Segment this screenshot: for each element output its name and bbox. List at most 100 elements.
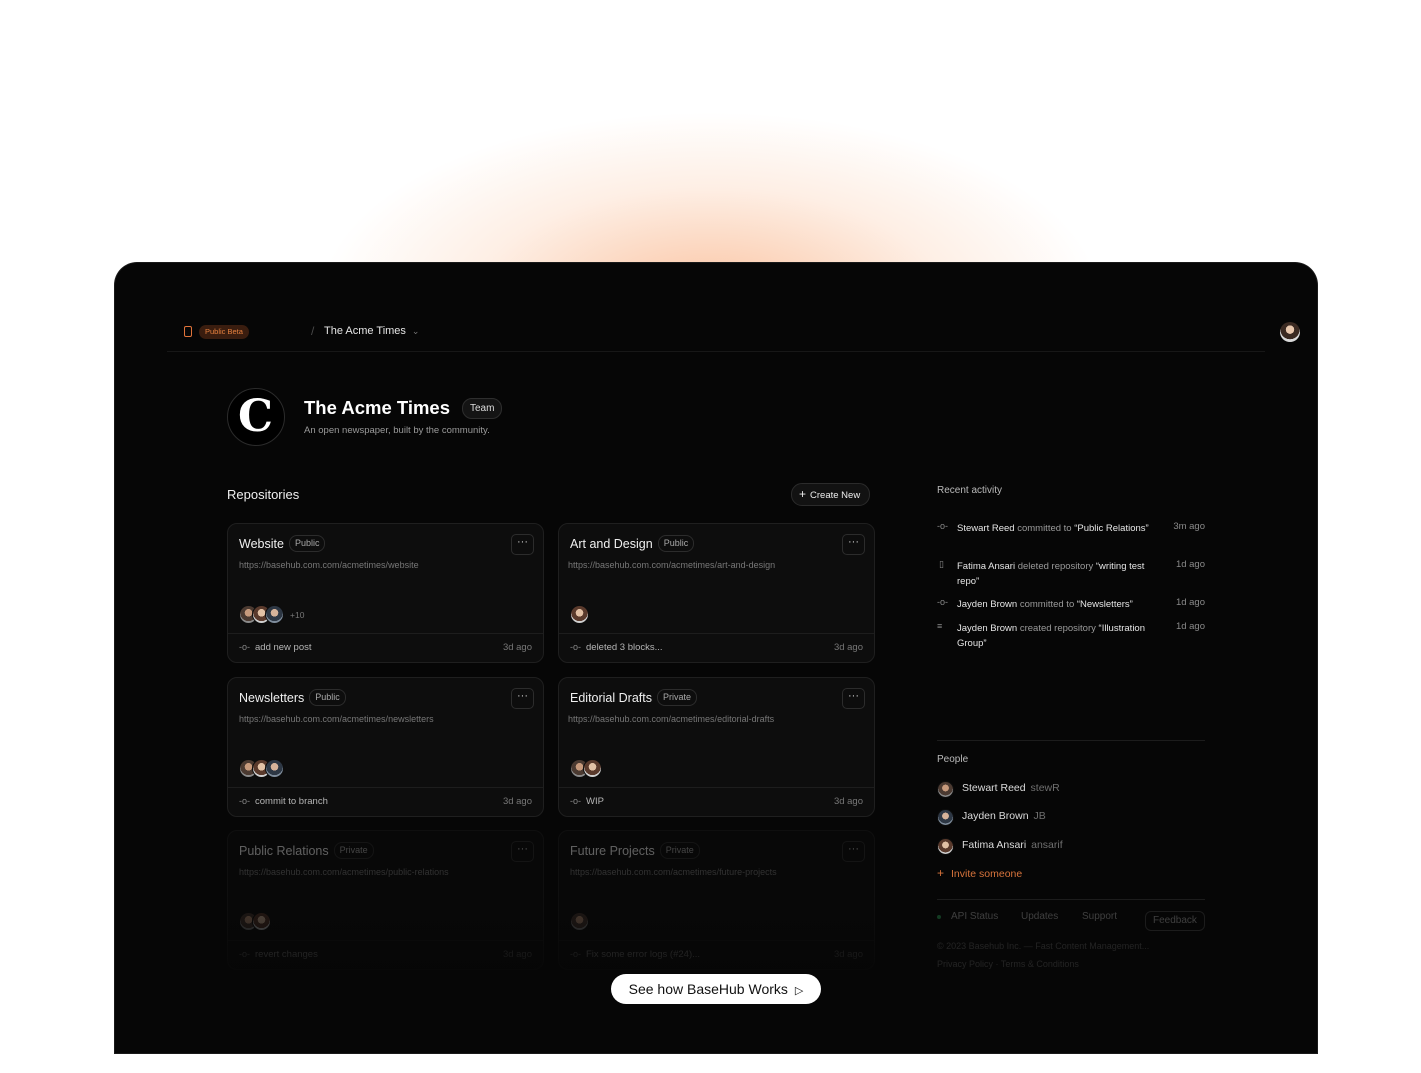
org-switcher[interactable]: The Acme Times ⌄ [324, 325, 419, 337]
repo-name[interactable]: Newsletters [239, 691, 304, 705]
repositories-heading: Repositories [227, 487, 300, 502]
commit-message: add new post [255, 642, 312, 653]
commit-time: 3d ago [502, 642, 532, 653]
repo-name[interactable]: Art and Design [570, 537, 653, 551]
commit-icon: -o- [239, 949, 250, 959]
person-handle: stewR [1030, 782, 1060, 794]
activity-target: “Newsletters” [1076, 599, 1133, 610]
invite-someone-button[interactable]: + Invite someone [937, 866, 1022, 880]
invite-label: Invite someone [951, 868, 1023, 880]
repo-name[interactable]: Future Projects [570, 844, 655, 858]
contributor-avatars: +10 [239, 605, 304, 624]
visibility-badge: Private [333, 842, 374, 859]
feedback-button[interactable]: Feedback [1145, 911, 1205, 931]
activity-actor: Jayden Brown [957, 599, 1018, 610]
page-title: The Acme Times [304, 397, 451, 418]
repo-name[interactable]: Public Relations [239, 844, 329, 858]
recent-activity-heading: Recent activity [937, 485, 1003, 496]
avatar [570, 912, 589, 931]
avatar [265, 605, 284, 624]
terms-link[interactable]: Terms & Conditions [1001, 959, 1079, 969]
basehub-logo-icon[interactable] [184, 326, 192, 337]
privacy-policy-link[interactable]: Privacy Policy [937, 959, 993, 969]
activity-actor: Jayden Brown [957, 623, 1018, 634]
last-commit-bar[interactable]: -o-add new post 3d ago [228, 633, 543, 662]
layers-icon: ≡ [937, 621, 943, 631]
repo-name[interactable]: Editorial Drafts [570, 691, 652, 705]
avatar [252, 912, 271, 931]
top-navigation: Public Beta / The Acme Times ⌄ [167, 263, 1300, 352]
activity-actor: Fatima Ansari [957, 561, 1016, 572]
activity-time: 1d ago [1175, 621, 1205, 632]
org-switcher-label: The Acme Times [324, 325, 406, 337]
commit-time: 3d ago [833, 949, 863, 960]
repo-card-future-projects[interactable]: Future Projects Private ··· https://baseh… [558, 830, 875, 970]
person-name: Stewart Reed [962, 782, 1026, 794]
repo-card-website[interactable]: Website Public ··· https://basehub.com.co… [227, 523, 544, 663]
chevron-down-icon: ⌄ [411, 326, 420, 336]
legal-links: Privacy Policy · Terms & Conditions [937, 959, 1079, 969]
commit-icon: -o- [570, 642, 581, 652]
avatar [570, 605, 589, 624]
commit-icon: -o- [239, 642, 250, 652]
plus-icon: + [799, 487, 807, 501]
avatar [937, 838, 954, 855]
updates-link[interactable]: Updates [1021, 911, 1058, 922]
visibility-badge: Public [657, 535, 695, 552]
section-divider [937, 740, 1205, 741]
create-new-button[interactable]: + Create New [791, 483, 871, 506]
more-options-button[interactable]: ··· [842, 841, 865, 862]
person-handle: ansarif [1031, 839, 1063, 851]
repo-url[interactable]: https://basehub.com.com/acmetimes/editor… [568, 714, 774, 724]
contributor-count: +10 [290, 609, 305, 620]
last-commit-bar[interactable]: -o- WIP 3d ago [559, 787, 874, 816]
team-badge: Team [462, 398, 503, 419]
repo-url[interactable]: https://basehub.com.com/acmetimes/websit… [239, 560, 419, 570]
activity-actor: Stewart Reed [957, 523, 1015, 534]
visibility-badge: Public [309, 689, 346, 706]
people-heading: People [937, 754, 969, 765]
last-commit-bar[interactable]: -o-revert changes 3d ago [228, 940, 543, 969]
more-options-button[interactable]: ··· [511, 841, 534, 862]
repo-url[interactable]: https://basehub.com.com/acmetimes/art-an… [568, 560, 775, 570]
repo-url[interactable]: https://basehub.com.com/acmetimes/newsle… [239, 714, 434, 724]
commit-icon: -o- [570, 949, 581, 959]
support-link[interactable]: Support [1082, 911, 1117, 922]
more-options-button[interactable]: ··· [511, 688, 534, 709]
cta-label: See how BaseHub Works [628, 981, 788, 997]
repo-card-editorial-drafts[interactable]: Editorial Drafts Private ··· https://base… [558, 677, 875, 817]
commit-icon: -o- [937, 521, 948, 531]
avatar [265, 759, 284, 778]
repo-url[interactable]: https://basehub.com.com/acmetimes/future… [570, 867, 777, 877]
activity-action: deleted repository [1015, 561, 1096, 572]
see-how-basehub-works-button[interactable]: See how BaseHub Works ▷ [611, 974, 821, 1004]
last-commit-bar[interactable]: -o- Fix some error logs (#24)... 3d ago [559, 940, 874, 969]
org-logo: C [227, 388, 285, 446]
commit-time: 3d ago [502, 949, 532, 960]
activity-time: 1d ago [1175, 559, 1205, 570]
repo-card-art-and-design[interactable]: Art and Design Public ··· https://basehub… [558, 523, 875, 663]
repo-url[interactable]: https://basehub.com.com/acmetimes/public… [239, 867, 449, 877]
commit-message: revert changes [255, 949, 318, 960]
user-avatar[interactable] [1280, 322, 1300, 342]
activity-time: 1d ago [1175, 597, 1205, 608]
api-status-link[interactable]: API Status [951, 911, 998, 922]
repo-name[interactable]: Website [239, 537, 284, 551]
avatar [937, 781, 954, 798]
repo-card-newsletters[interactable]: Newsletters Public ··· https://basehub.co… [227, 677, 544, 817]
person-handle: JB [1033, 810, 1046, 822]
copyright-text: © 2023 Basehub Inc. — Fast Content Manag… [937, 941, 1150, 951]
visibility-badge: Private [656, 689, 697, 706]
more-options-button[interactable]: ··· [842, 534, 865, 555]
plus-icon: + [937, 866, 945, 880]
repo-card-public-relations[interactable]: Public Relations Private ··· https://base… [227, 830, 544, 970]
org-logo-letter: C [237, 391, 274, 442]
activity-action: committed to [1014, 523, 1075, 534]
commit-message: commit to branch [255, 796, 328, 807]
last-commit-bar[interactable]: -o-deleted 3 blocks... 3d ago [559, 633, 874, 662]
last-commit-bar[interactable]: -o-commit to branch 3d ago [228, 787, 543, 816]
commit-icon: -o- [937, 597, 948, 607]
more-options-button[interactable]: ··· [511, 534, 534, 555]
contributor-avatars [570, 605, 589, 624]
more-options-button[interactable]: ··· [842, 688, 865, 709]
